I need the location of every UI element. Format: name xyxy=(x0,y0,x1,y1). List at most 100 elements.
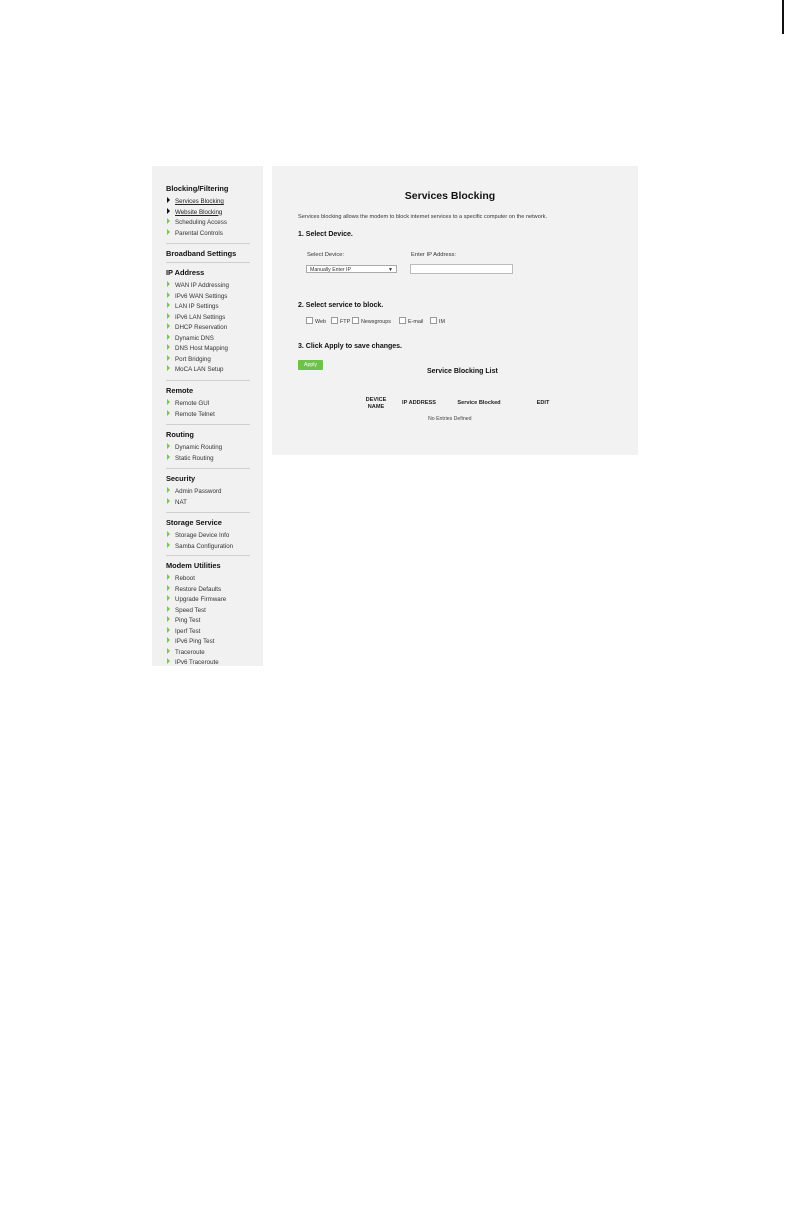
arrow-right-icon xyxy=(167,312,170,319)
sidebar-item[interactable]: Dynamic DNS xyxy=(167,333,214,344)
sidebar-section-header[interactable]: IP Address xyxy=(166,268,256,278)
sidebar-divider xyxy=(166,555,250,556)
newsgroups-checkbox[interactable] xyxy=(352,317,359,325)
sidebar-item[interactable]: Storage Device Info xyxy=(167,531,229,541)
sidebar-item[interactable]: LAN IP Settings xyxy=(167,302,219,312)
sidebar-divider xyxy=(166,468,250,469)
sidebar-item[interactable]: Parental Controls xyxy=(167,228,223,239)
sidebar-item[interactable]: IPv6 Traceroute xyxy=(167,658,219,668)
arrow-right-icon xyxy=(167,626,170,633)
sidebar-item[interactable]: DNS Host Mapping xyxy=(167,344,228,354)
sidebar-item[interactable]: Reboot xyxy=(167,574,195,584)
im-checkbox[interactable] xyxy=(430,317,437,325)
column-device-name: DEVICE NAME xyxy=(365,397,387,410)
sidebar-item[interactable]: Traceroute xyxy=(167,647,205,658)
sidebar-item-label: DHCP Reservation xyxy=(175,324,228,331)
arrow-right-icon xyxy=(167,323,170,330)
sidebar-item-label: IPv6 Ping Test xyxy=(175,638,215,645)
sidebar-section-header[interactable]: Storage Service xyxy=(166,518,256,528)
sidebar-item-label: Services Blocking xyxy=(175,198,224,205)
sidebar-item-label: Iperf Test xyxy=(175,627,201,635)
sidebar-item-label: Static Routing xyxy=(175,454,214,462)
sidebar-divider xyxy=(166,262,250,263)
arrow-right-icon xyxy=(167,207,170,214)
step-3-heading: 3. Click Apply to save changes. xyxy=(298,343,403,350)
sidebar-item[interactable]: NAT xyxy=(167,497,187,508)
sidebar-item[interactable]: Remote GUI xyxy=(167,399,209,409)
sidebar-item[interactable]: Upgrade Firmware xyxy=(167,595,226,605)
arrow-right-icon xyxy=(167,281,170,288)
sidebar-item-label: Reboot xyxy=(175,575,195,582)
arrow-right-icon xyxy=(167,595,170,602)
sidebar-item[interactable]: Services Blocking xyxy=(167,197,224,207)
service-email[interactable]: E-mail xyxy=(399,317,423,326)
sidebar-item[interactable]: Ping Test xyxy=(167,616,200,626)
sidebar-item[interactable]: Remote Telnet xyxy=(167,409,215,420)
arrow-right-icon xyxy=(167,531,170,538)
arrow-right-icon xyxy=(167,497,170,504)
page-edge-bar xyxy=(782,0,784,34)
arrow-right-icon xyxy=(167,399,170,406)
sidebar-item[interactable]: Port Bridging xyxy=(167,354,211,365)
sidebar-item-label: Admin Password xyxy=(175,488,222,495)
select-device-label: Select Device: xyxy=(307,252,345,258)
arrow-right-icon xyxy=(167,584,170,591)
service-ftp[interactable]: FTP xyxy=(331,317,350,326)
service-im[interactable]: IM xyxy=(430,317,445,326)
sidebar-item[interactable]: DHCP Reservation xyxy=(167,323,227,333)
arrow-right-icon xyxy=(167,616,170,623)
sidebar-item[interactable]: Website Blocking xyxy=(167,207,222,218)
sidebar-item[interactable]: Samba Configuration xyxy=(167,541,234,552)
sidebar-item-label: Remote Telnet xyxy=(175,410,215,418)
sidebar-item[interactable]: Scheduling Access xyxy=(167,218,227,228)
sidebar-item[interactable]: IPv6 Ping Test xyxy=(167,637,214,647)
sidebar-item-label: Samba Configuration xyxy=(175,542,234,550)
service-newsgroups[interactable]: Newsgroups xyxy=(352,317,391,326)
arrow-right-icon xyxy=(167,443,170,450)
sidebar-divider xyxy=(166,380,250,381)
email-checkbox[interactable] xyxy=(399,317,406,325)
service-web[interactable]: Web xyxy=(306,317,326,326)
arrow-right-icon xyxy=(167,487,170,494)
sidebar-item[interactable]: IPv6 LAN Settings xyxy=(167,312,226,323)
sidebar-item[interactable]: Iperf Test xyxy=(167,626,201,637)
sidebar-item-label: DNS Host Mapping xyxy=(175,345,228,352)
sidebar-item[interactable]: Restore Defaults xyxy=(167,584,221,595)
arrow-right-icon xyxy=(167,658,170,665)
arrow-right-icon xyxy=(167,228,170,235)
apply-button[interactable]: Apply xyxy=(298,360,323,370)
arrow-right-icon xyxy=(167,541,170,548)
sidebar-item-label: IPv6 LAN Settings xyxy=(175,313,226,321)
sidebar-item[interactable]: Dynamic Routing xyxy=(167,443,222,453)
web-checkbox[interactable] xyxy=(306,317,313,325)
arrow-right-icon xyxy=(167,197,170,204)
sidebar-item[interactable]: IPv6 WAN Settings xyxy=(167,291,228,302)
ip-address-input[interactable] xyxy=(410,264,513,274)
sidebar-section-header[interactable]: Broadband Settings xyxy=(166,249,256,259)
sidebar-item-label: Dynamic DNS xyxy=(175,334,214,342)
select-device-dropdown[interactable]: Manually Enter IP ▼ xyxy=(306,265,397,273)
sidebar-item[interactable]: Static Routing xyxy=(167,453,214,464)
sidebar-item-label: Speed Test xyxy=(175,606,206,614)
sidebar-item[interactable]: Admin Password xyxy=(167,487,221,497)
sidebar-item-label: Scheduling Access xyxy=(175,219,227,226)
sidebar-item-label: Remote GUI xyxy=(175,400,210,407)
sidebar-item-label: Storage Device Info xyxy=(175,532,230,539)
sidebar-item-label: Dynamic Routing xyxy=(175,444,223,451)
sidebar-section-header[interactable]: Modem Utilities xyxy=(166,561,256,571)
ftp-checkbox[interactable] xyxy=(331,317,338,325)
sidebar-item-label: IPv6 WAN Settings xyxy=(175,292,228,300)
arrow-right-icon xyxy=(167,574,170,581)
arrow-right-icon xyxy=(167,291,170,298)
sidebar-item[interactable]: Speed Test xyxy=(167,605,206,616)
page-title: Services Blocking xyxy=(404,190,496,202)
sidebar-item[interactable]: MoCA LAN Setup xyxy=(167,365,224,375)
sidebar-section-header[interactable]: Blocking/Filtering xyxy=(166,184,256,194)
arrow-right-icon xyxy=(167,333,170,340)
arrow-right-icon xyxy=(167,354,170,361)
sidebar-item-label: Parental Controls xyxy=(175,229,223,237)
sidebar-section-header[interactable]: Routing xyxy=(166,430,256,440)
sidebar-section-header[interactable]: Security xyxy=(166,474,256,484)
sidebar-item[interactable]: WAN IP Addressing xyxy=(167,281,229,291)
sidebar-section-header[interactable]: Remote xyxy=(166,386,256,396)
